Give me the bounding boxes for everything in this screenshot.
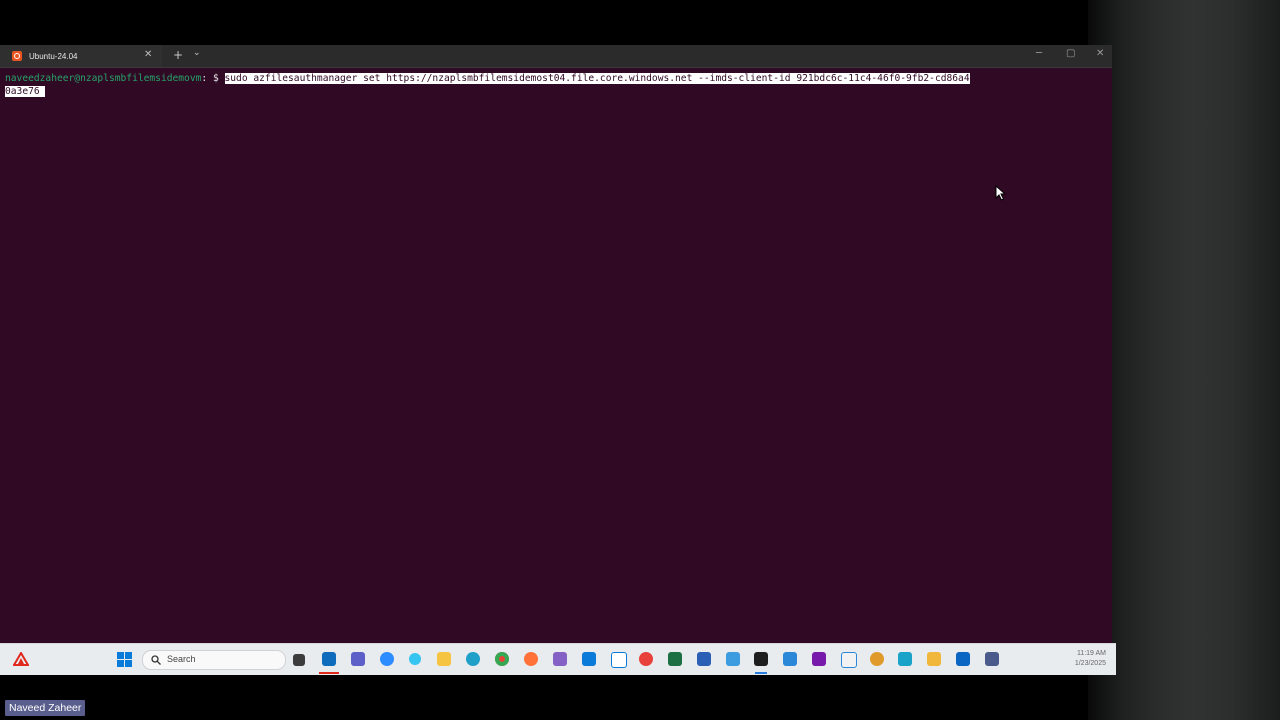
terminal-icon[interactable]	[754, 652, 768, 666]
presenter-name-label: Naveed Zaheer	[5, 700, 86, 716]
excel-icon[interactable]	[668, 652, 682, 666]
active-app-indicator	[319, 672, 339, 674]
adobe-icon[interactable]	[13, 652, 29, 666]
tab-dropdown-button[interactable]: ⌄	[193, 48, 201, 58]
prompt-user-host: naveedzaheer@nzaplsmbfilemsidemovm	[5, 73, 202, 84]
mouse-pointer-icon	[995, 185, 1007, 201]
app-folder-icon[interactable]	[927, 652, 941, 666]
search-icon	[151, 655, 161, 665]
terminal-line: 0a3e76	[5, 85, 46, 98]
search-input[interactable]: Search	[142, 650, 286, 670]
slack-icon[interactable]	[409, 653, 421, 665]
task-view-icon[interactable]	[293, 654, 305, 666]
tab-ubuntu[interactable]: Ubuntu-24.04 ✕	[0, 45, 162, 67]
clock-date: 1/23/2025	[1074, 660, 1106, 667]
active-app-indicator	[755, 672, 767, 674]
firefox-icon[interactable]	[524, 652, 538, 666]
ubuntu-icon	[12, 51, 22, 61]
visual-studio-icon[interactable]	[553, 652, 567, 666]
maximize-button[interactable]: ▢	[1066, 48, 1075, 59]
zoom-icon[interactable]	[380, 652, 394, 666]
app-blue-icon[interactable]	[783, 652, 797, 666]
app-orange-icon[interactable]	[870, 652, 884, 666]
terminal-output[interactable]: naveedzaheer@nzaplsmbfilemsidemovm: $ su…	[0, 71, 1112, 643]
selected-command-text[interactable]: sudo azfilesauthmanager set https://nzap…	[224, 73, 970, 84]
app-cyan-icon[interactable]	[898, 652, 912, 666]
clock-time: 11:19 AM	[1076, 650, 1106, 657]
minimize-button[interactable]: ─	[1036, 48, 1042, 59]
new-tab-button[interactable]: +	[173, 48, 183, 62]
file-explorer-icon[interactable]	[437, 652, 451, 666]
teams-icon[interactable]	[351, 652, 365, 666]
chrome-icon[interactable]	[495, 652, 509, 666]
vscode-icon[interactable]	[582, 652, 596, 666]
search-placeholder: Search	[167, 654, 196, 664]
outlook-icon[interactable]	[322, 652, 336, 666]
close-window-button[interactable]: ✕	[1096, 48, 1104, 59]
app-settings-icon[interactable]	[985, 652, 999, 666]
terminal-line: naveedzaheer@nzaplsmbfilemsidemovm: $ su…	[5, 72, 970, 85]
blurred-background	[1088, 0, 1280, 720]
prompt-symbol: : $	[201, 73, 225, 84]
snipping-tool-icon[interactable]	[841, 652, 857, 668]
tab-title: Ubuntu-24.04	[29, 51, 78, 61]
tab-close-button[interactable]: ✕	[144, 49, 152, 60]
word-icon[interactable]	[697, 652, 711, 666]
taskbar: Search 11:19 AM 1/23/2025	[0, 643, 1116, 675]
notepad-icon[interactable]	[726, 652, 740, 666]
selected-command-text-continued[interactable]: 0a3e76	[5, 86, 46, 97]
remote-desktop-icon[interactable]	[956, 652, 970, 666]
edge-icon[interactable]	[466, 652, 480, 666]
terminal-window: Ubuntu-24.04 ✕ + ⌄ ─ ▢ ✕ naveedzaheer@nz…	[0, 45, 1112, 643]
app-red-icon[interactable]	[639, 652, 653, 666]
app-window-icon[interactable]	[611, 652, 627, 668]
system-clock[interactable]: 11:19 AM 1/23/2025	[1056, 649, 1106, 669]
title-bar: Ubuntu-24.04 ✕ + ⌄ ─ ▢ ✕	[0, 45, 1112, 68]
onenote-icon[interactable]	[812, 652, 826, 666]
windows-start-icon[interactable]	[117, 652, 132, 667]
